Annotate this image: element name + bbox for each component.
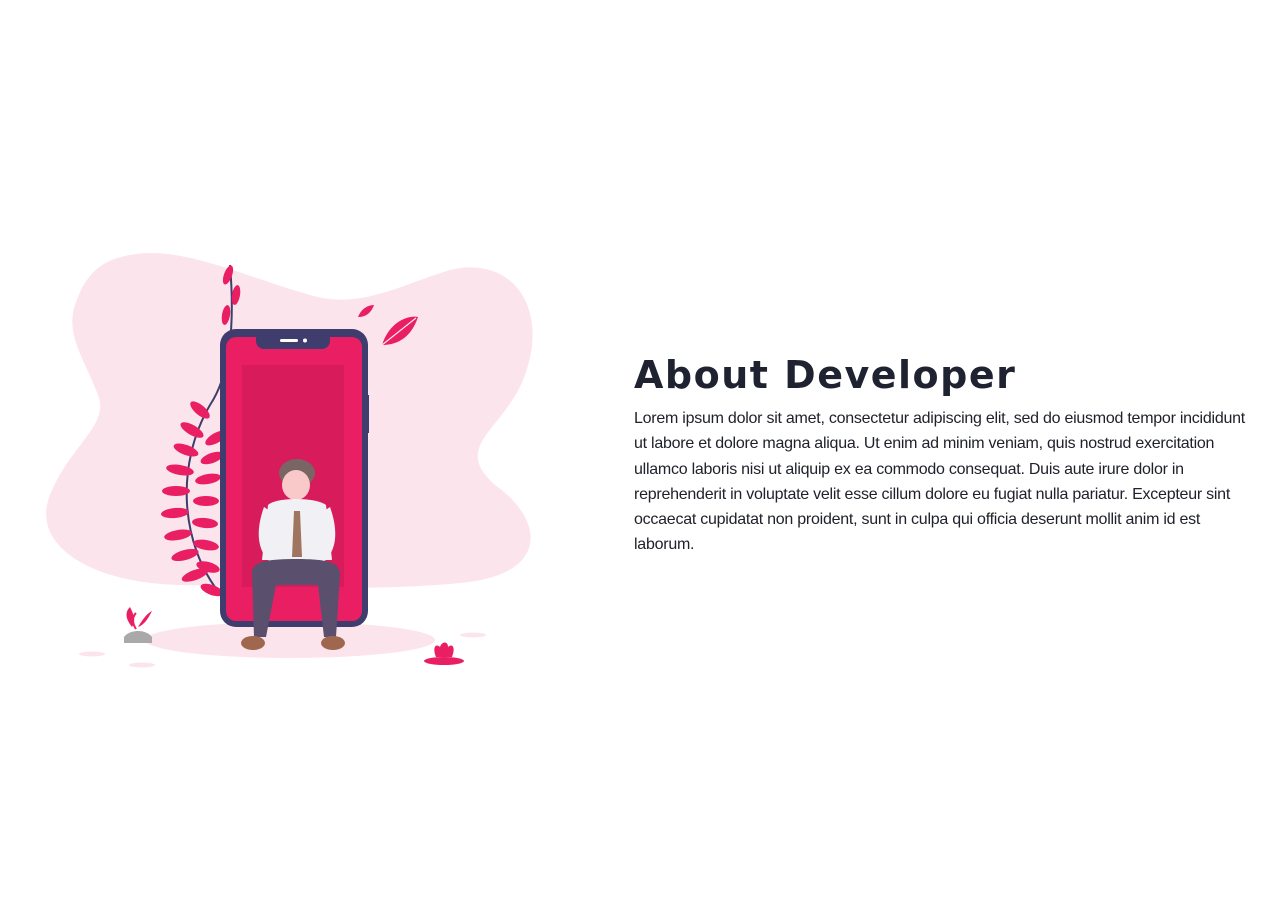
about-text-block: About Developer Lorem ipsum dolor sit am… <box>634 350 1258 558</box>
about-heading: About Developer <box>634 353 1017 397</box>
ground-shadow <box>145 622 435 658</box>
about-description: Lorem ipsum dolor sit amet, consectetur … <box>634 410 1245 554</box>
flower-bottom-right <box>424 642 464 665</box>
small-plant-left <box>124 607 152 643</box>
developer-illustration <box>40 245 560 675</box>
about-section: About Developer Lorem ipsum dolor sit am… <box>0 0 1280 900</box>
developer-sitting-on-phone-icon <box>46 253 533 668</box>
